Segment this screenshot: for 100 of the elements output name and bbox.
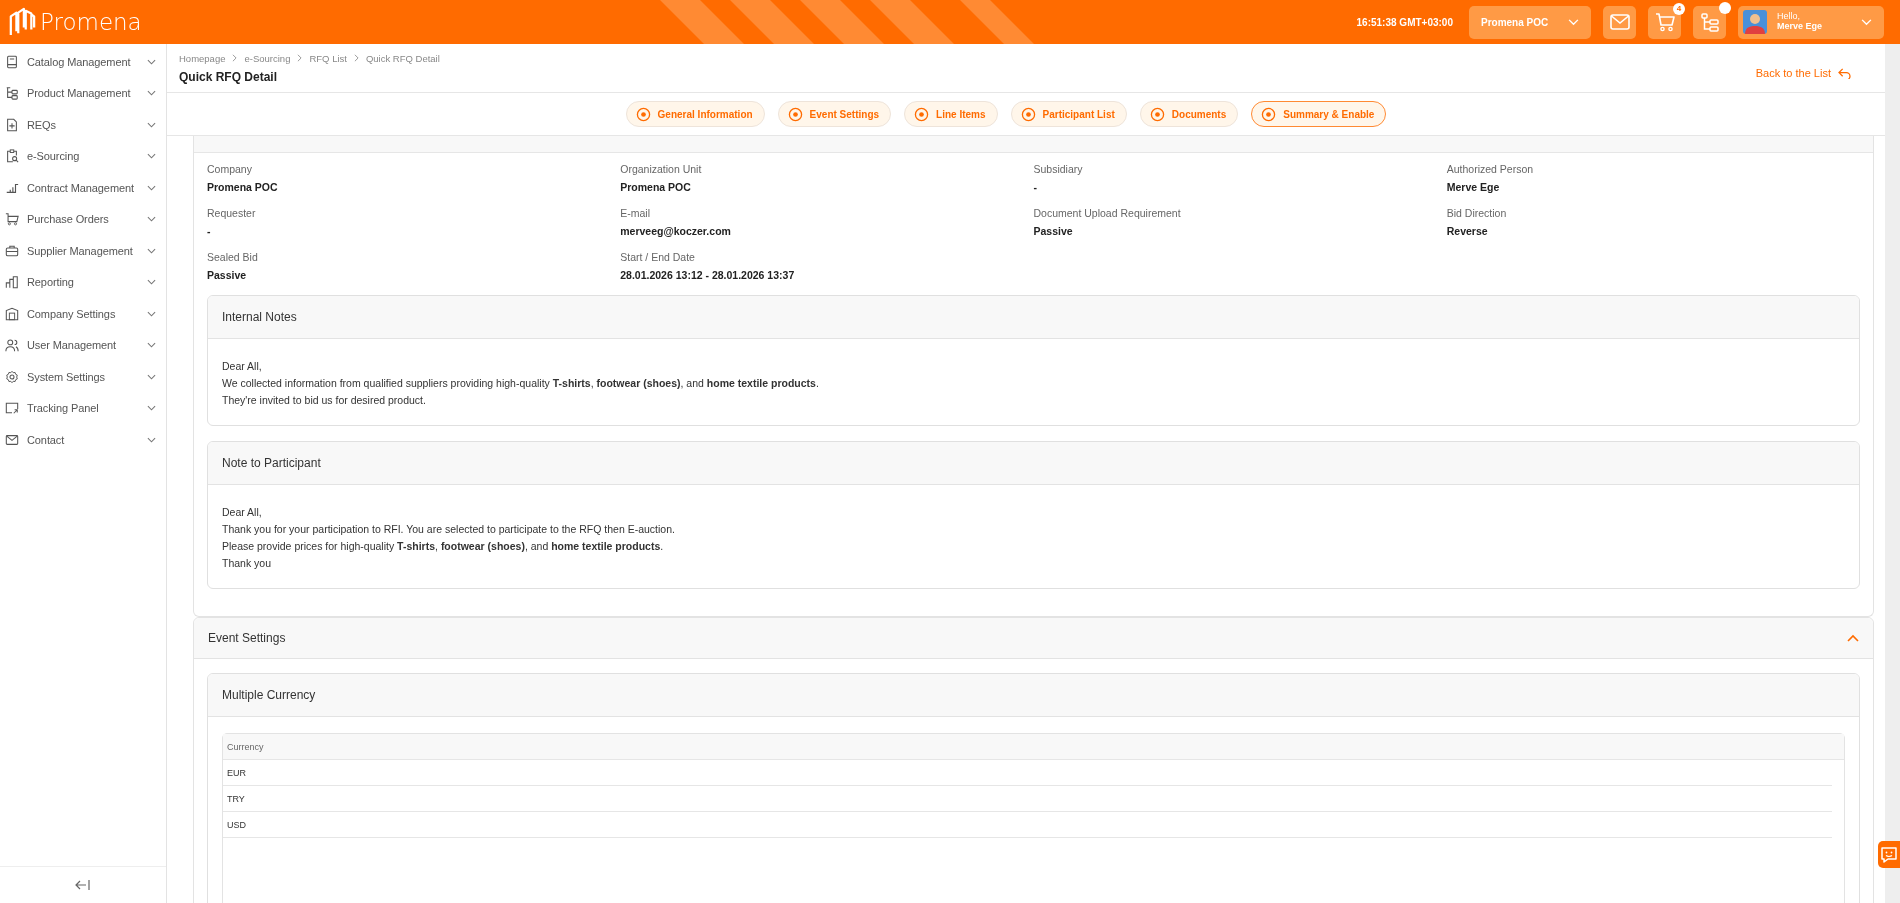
page-title: Quick RFQ Detail (179, 69, 279, 84)
field-label: Subsidiary (1033, 163, 1084, 175)
chevron-up-icon[interactable] (1847, 634, 1859, 642)
field-label: E-mail (620, 207, 651, 219)
briefcase-icon (5, 243, 19, 258)
scrollbar[interactable] (1885, 44, 1900, 903)
sidebar-item[interactable]: Reporting (0, 266, 166, 298)
note-text: Thank you for your participation to RFI. You are selected to participate to the RFQ then E-auction. (222, 522, 676, 537)
field-value: Reverse (1446, 225, 1489, 237)
gear-icon (5, 369, 19, 384)
breadcrumb-link[interactable]: Homepage (179, 52, 226, 64)
note-text: Please provide prices for high-quality T-shirts, footwear (shoes), and home textile products. (222, 539, 665, 554)
sidebar-item[interactable]: System Settings (0, 361, 166, 393)
hierarchy-icon (1699, 12, 1720, 32)
subsection-title: Multiple Currency (222, 688, 316, 702)
note-text: Dear All, (222, 359, 263, 374)
chevron-down-icon (147, 373, 156, 380)
chevron-down-icon (147, 121, 156, 128)
chevron-down-icon (147, 184, 156, 191)
sidebar-item[interactable]: Tracking Panel (0, 392, 166, 424)
mail-icon (1609, 14, 1630, 30)
field-label: Authorized Person (1446, 163, 1535, 175)
cart-icon (5, 212, 19, 227)
note-text: We collected information from qualified suppliers providing high-quality T-shirts, footwear (shoes), and home textile products. (222, 376, 820, 391)
note-title: Internal Notes (222, 310, 297, 324)
breadcrumb-link[interactable]: RFQ List (309, 52, 347, 64)
sidebar-item[interactable]: Catalog Management (0, 46, 166, 78)
tree-icon (5, 86, 19, 101)
radio-dot-icon (914, 106, 930, 122)
chat-icon (1879, 844, 1899, 865)
field-value: Passive (207, 269, 248, 281)
cart-icon (1654, 12, 1675, 32)
field-label: Company (207, 163, 253, 175)
chevron-down-icon (147, 216, 156, 223)
sidebar-item[interactable]: Product Management (0, 77, 166, 109)
field-value: Passive (1033, 225, 1074, 237)
book-icon (5, 54, 19, 69)
building-icon (5, 306, 19, 321)
field-value: Promena POC (207, 181, 279, 193)
sidebar-item[interactable]: Supplier Management (0, 235, 166, 267)
chevron-down-icon (147, 279, 156, 286)
chevron-down-icon (1568, 18, 1579, 26)
field-label: Requester (207, 207, 257, 219)
chart-icon (5, 275, 19, 290)
radio-dot-icon (635, 106, 651, 122)
note-text: Dear All, (222, 505, 263, 520)
field-label: Sealed Bid (207, 251, 259, 263)
field-label: Bid Direction (1446, 207, 1508, 219)
mail-button[interactable] (1603, 5, 1636, 39)
users-icon (5, 338, 19, 353)
clock-text: 16:51:38 GMT+03:00 (1356, 16, 1453, 28)
sidebar-item[interactable]: REQs (0, 109, 166, 141)
field-value: Merve Ege (1446, 181, 1501, 193)
breadcrumb-link[interactable]: e-Sourcing (244, 52, 291, 64)
collapse-sidebar-button[interactable] (73, 877, 93, 893)
sidebar-item[interactable]: Company Settings (0, 298, 166, 330)
column-header: Currency (227, 741, 264, 752)
chevron-right-icon (353, 54, 359, 62)
table-cell: USD (227, 819, 246, 830)
sidebar-item[interactable]: User Management (0, 329, 166, 361)
note-text: They're invited to bid us for desired product. (222, 393, 427, 408)
breadcrumb-link[interactable]: Quick RFQ Detail (365, 52, 440, 64)
field-label: Document Upload Requirement (1033, 207, 1182, 219)
avatar-icon (1743, 10, 1767, 34)
chevron-down-icon (147, 153, 156, 160)
field-value: - (207, 225, 212, 237)
note-title: Note to Participant (222, 456, 321, 470)
field-value: - (1033, 181, 1038, 193)
chevron-down-icon (147, 247, 156, 254)
cart-button[interactable] (1648, 5, 1681, 39)
monitor-icon (5, 401, 19, 416)
field-value: Promena POC (620, 181, 692, 193)
return-arrow-icon (1838, 67, 1851, 79)
table-cell: EUR (227, 767, 246, 778)
radio-dot-icon (1149, 106, 1165, 122)
chevron-down-icon (147, 405, 156, 412)
chevron-right-icon (232, 54, 238, 62)
field-label: Organization Unit (620, 163, 703, 175)
chevron-right-icon (297, 54, 303, 62)
table-cell: TRY (227, 793, 245, 804)
collapse-arrow-icon (75, 879, 91, 891)
sidebar-item[interactable]: Contract Management (0, 172, 166, 204)
chat-button[interactable] (1878, 841, 1900, 868)
section-title: Event Settings (208, 631, 286, 645)
chevron-down-icon (147, 342, 156, 349)
radio-dot-icon (1261, 106, 1277, 122)
field-value: merveeg@koczer.com (620, 225, 732, 237)
sidebar-item[interactable]: Contact (0, 424, 166, 456)
radio-dot-icon (1020, 106, 1036, 122)
chevron-down-icon (1861, 18, 1872, 26)
hierarchy-button[interactable] (1693, 5, 1726, 39)
sidebar-item[interactable]: Purchase Orders (0, 203, 166, 235)
mail-icon (5, 432, 19, 447)
cart-count-badge: 4 (1673, 2, 1685, 15)
chevron-down-icon (147, 310, 156, 317)
radio-dot-icon (787, 106, 803, 122)
logo-text: Promena (40, 9, 142, 35)
chevron-down-icon (147, 90, 156, 97)
sidebar-item[interactable]: e-Sourcing (0, 140, 166, 172)
chevron-down-icon (147, 58, 156, 65)
